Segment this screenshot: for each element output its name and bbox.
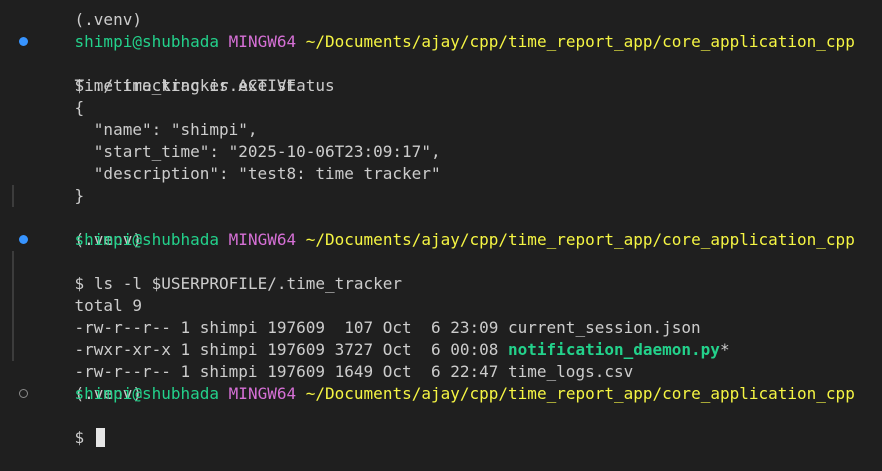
terminal-line: total 9 (0, 251, 882, 315)
terminal-line: "name": "shimpi", (0, 97, 882, 139)
terminal-line: -rw-r--r-- 1 shimpi 197609 107 Oct 6 23:… (0, 273, 882, 337)
prompt-header: shimpi@shubhada MINGW64 ~/Documents/ajay… (0, 207, 882, 249)
terminal-line: -rwxr-xr-x 1 shimpi 197609 3727 Oct 6 00… (0, 295, 882, 359)
command-success-decoration-icon[interactable] (19, 235, 28, 244)
active-prompt-line[interactable]: $ (0, 383, 882, 447)
command-gutter-bar (12, 339, 14, 361)
terminal-line: (.venv) (0, 0, 882, 29)
prompt-header: shimpi@shubhada MINGW64 ~/Documents/ajay… (0, 9, 882, 51)
terminal-output[interactable]: (.venv) shimpi@shubhada MINGW64 ~/Docume… (0, 0, 882, 447)
command-line: $ ls -l $USERPROFILE/.time_tracker (0, 229, 882, 293)
command-line: $ ./time_tracker.exe status (0, 31, 882, 95)
command-gutter-bar (12, 185, 14, 207)
command-gutter-bar (12, 273, 14, 295)
command-pending-decoration-icon[interactable] (19, 389, 28, 398)
command-gutter-bar (12, 251, 14, 273)
terminal-line: (.venv) (0, 185, 882, 249)
terminal-cursor[interactable] (95, 428, 105, 447)
terminal-line: "start_time": "2025-10-06T23:09:17", (0, 119, 882, 161)
command-gutter-bar (12, 317, 14, 339)
terminal-line: } (0, 163, 882, 205)
command-success-decoration-icon[interactable] (19, 37, 28, 46)
prompt-symbol: $ (74, 428, 85, 447)
command-gutter-bar (12, 295, 14, 317)
prompt-header: shimpi@shubhada MINGW64 ~/Documents/ajay… (0, 361, 882, 403)
terminal-line: Time tracking is ACTIVE (0, 53, 882, 95)
terminal-line: (.venv) (0, 339, 882, 403)
terminal-line: { (0, 75, 882, 117)
terminal-line: "description": "test8: time tracker" (0, 141, 882, 183)
terminal-line: -rw-r--r-- 1 shimpi 197609 1649 Oct 6 22… (0, 317, 882, 381)
